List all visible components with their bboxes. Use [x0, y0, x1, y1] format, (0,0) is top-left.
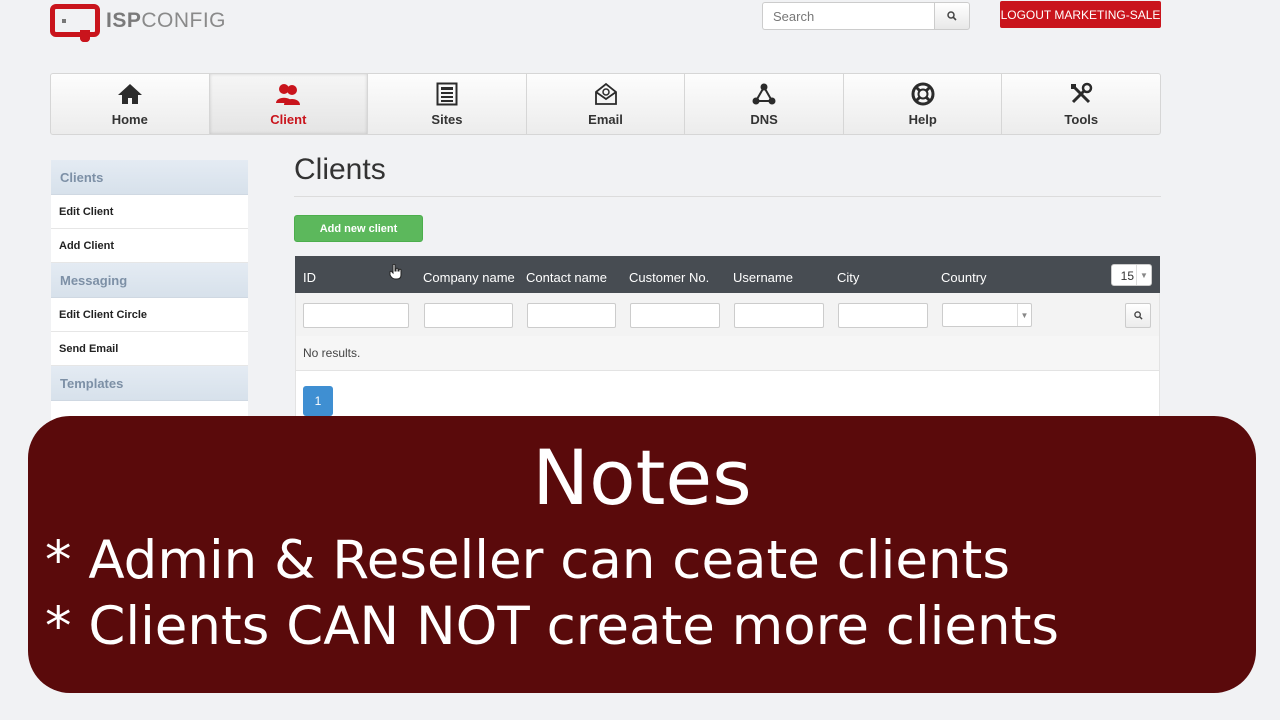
nav-label: Email: [588, 112, 623, 127]
sidebar-item-edit-client-circle[interactable]: Edit Client Circle: [51, 298, 248, 332]
title-divider: [294, 196, 1161, 197]
logo-text-bold: ISP: [106, 8, 142, 32]
users-icon: [275, 81, 301, 107]
nav-client[interactable]: Client: [209, 74, 369, 134]
search-button[interactable]: [934, 2, 970, 30]
nav-dns[interactable]: DNS: [685, 74, 844, 134]
per-page-select[interactable]: 15 ▼: [1111, 264, 1152, 286]
nav-tools[interactable]: Tools: [1002, 74, 1160, 134]
filter-search-button[interactable]: [1125, 303, 1151, 328]
clients-table: ID Company name Contact name Customer No…: [295, 256, 1160, 431]
logout-button[interactable]: LOGOUT MARKETING-SALE: [1000, 1, 1161, 28]
nav-label: Help: [908, 112, 937, 127]
filter-customer-no-input[interactable]: [630, 303, 720, 328]
table-header: ID Company name Contact name Customer No…: [295, 256, 1160, 293]
monitor-logo-icon: [50, 4, 100, 42]
notes-overlay: Notes * Admin & Reseller can ceate clien…: [28, 416, 1256, 693]
no-results-message: No results.: [295, 336, 1160, 371]
column-header-contact-name[interactable]: Contact name: [526, 270, 607, 285]
nav-email[interactable]: Email: [527, 74, 686, 134]
filter-city-input[interactable]: [838, 303, 928, 328]
chevron-down-icon: ▼: [1136, 265, 1151, 285]
sidebar-item-send-email[interactable]: Send Email: [51, 332, 248, 366]
sidebar-section-messaging: Messaging: [51, 263, 248, 298]
sidebar-section-clients: Clients: [51, 160, 248, 195]
column-header-id[interactable]: ID: [303, 270, 316, 285]
page-button-1[interactable]: 1: [303, 386, 333, 416]
nav-help[interactable]: Help: [844, 74, 1003, 134]
home-icon: [117, 81, 143, 107]
nav-home[interactable]: Home: [51, 74, 210, 134]
notes-line: * Clients CAN NOT create more clients: [45, 596, 1059, 657]
sidebar-item-add-client[interactable]: Add Client: [51, 229, 248, 263]
sites-icon: [434, 81, 460, 107]
column-header-username[interactable]: Username: [733, 270, 793, 285]
page-title: Clients: [294, 153, 386, 186]
search-input[interactable]: [762, 2, 934, 30]
help-icon: [910, 81, 936, 107]
nav-sites[interactable]: Sites: [368, 74, 527, 134]
dns-icon: [751, 81, 777, 107]
notes-title: Notes: [532, 433, 752, 522]
ispconfig-logo[interactable]: ISPCONFIG: [50, 4, 226, 42]
filter-id-input[interactable]: [303, 303, 409, 328]
search-box: [762, 2, 970, 30]
chevron-down-icon: ▼: [1017, 304, 1031, 326]
column-header-city[interactable]: City: [837, 270, 859, 285]
add-new-client-button[interactable]: Add new client: [294, 215, 423, 242]
search-icon: [1133, 311, 1143, 320]
column-header-customer-no[interactable]: Customer No.: [629, 270, 709, 285]
tools-icon: [1068, 81, 1094, 107]
nav-label: Sites: [431, 112, 463, 127]
search-icon: [947, 11, 957, 21]
filter-row: ▼: [295, 293, 1160, 336]
notes-line: * Admin & Reseller can ceate clients: [45, 530, 1010, 591]
filter-country-select[interactable]: ▼: [942, 303, 1032, 327]
nav-label: Tools: [1064, 112, 1099, 127]
main-nav: Home Client Sites Email DNS Help Tools: [50, 73, 1161, 135]
sidebar: Clients Edit Client Add Client Messaging…: [51, 160, 248, 435]
column-header-company-name[interactable]: Company name: [423, 270, 515, 285]
column-header-country[interactable]: Country: [941, 270, 987, 285]
nav-label: DNS: [750, 112, 778, 127]
nav-label: Home: [111, 112, 148, 127]
filter-company-input[interactable]: [424, 303, 513, 328]
sidebar-item-edit-client[interactable]: Edit Client: [51, 195, 248, 229]
filter-username-input[interactable]: [734, 303, 824, 328]
hand-cursor-icon: [389, 264, 402, 280]
filter-contact-input[interactable]: [527, 303, 616, 328]
per-page-value: 15: [1120, 269, 1134, 283]
sidebar-section-templates: Templates: [51, 366, 248, 401]
email-icon: [593, 81, 619, 107]
logo-text-light: CONFIG: [141, 8, 227, 32]
nav-label: Client: [270, 112, 307, 127]
